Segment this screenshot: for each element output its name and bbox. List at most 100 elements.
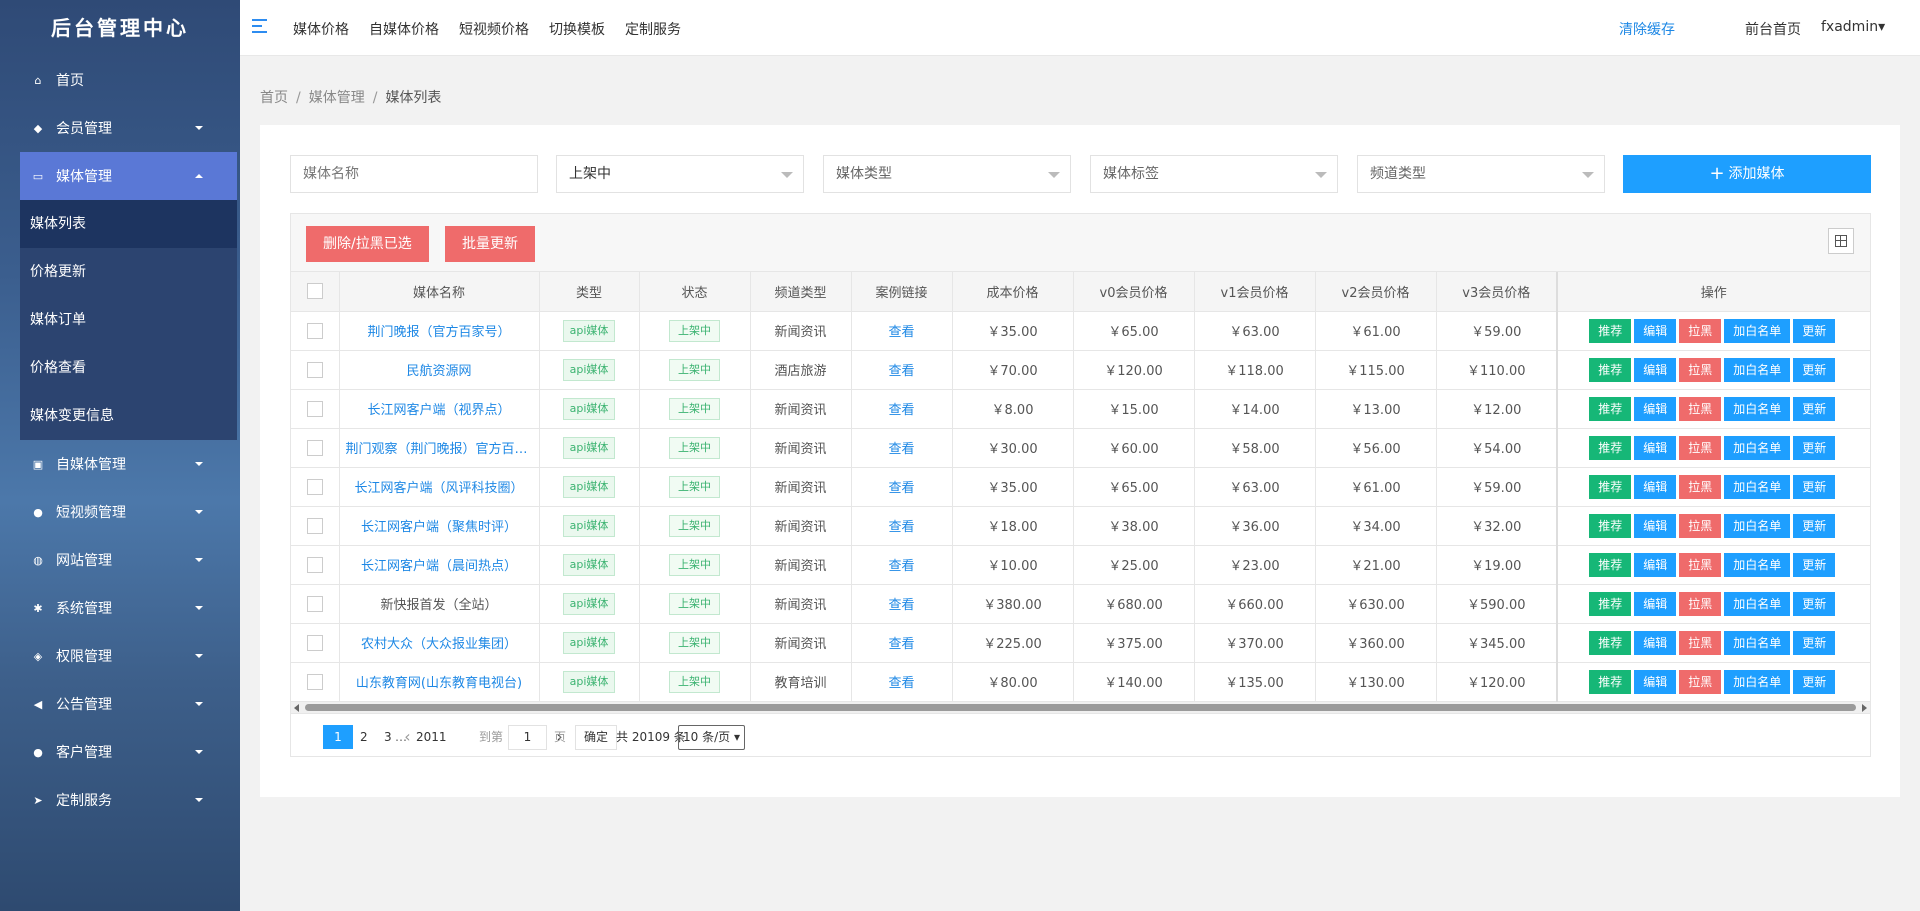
- row-checkbox[interactable]: [306, 400, 323, 417]
- edit-button[interactable]: 编辑: [1634, 318, 1677, 343]
- update-button[interactable]: 更新: [1793, 630, 1836, 655]
- row-checkbox[interactable]: [306, 439, 323, 456]
- header-v2-price[interactable]: v2会员价格: [1315, 272, 1437, 312]
- whitelist-button[interactable]: 加白名单: [1724, 552, 1791, 577]
- edit-button[interactable]: 编辑: [1634, 396, 1677, 421]
- blacklist-button[interactable]: 拉黑: [1679, 474, 1722, 499]
- top-link-custom-service[interactable]: 定制服务: [625, 19, 681, 39]
- blacklist-button[interactable]: 拉黑: [1679, 591, 1722, 616]
- user-menu[interactable]: fxadmin▾: [1821, 19, 1885, 35]
- header-channel[interactable]: 频道类型: [750, 272, 852, 312]
- blacklist-button[interactable]: 拉黑: [1679, 630, 1722, 655]
- sidebar-item-1[interactable]: ◆ 会员管理: [20, 104, 237, 152]
- sidebar-item-7[interactable]: ◈ 权限管理: [20, 632, 237, 680]
- batch-update-button[interactable]: 批量更新: [445, 226, 535, 262]
- cell-case-link[interactable]: 查看: [851, 545, 953, 585]
- edit-button[interactable]: 编辑: [1634, 630, 1677, 655]
- recommend-button[interactable]: 推荐: [1589, 435, 1632, 460]
- cell-media-name[interactable]: 山东教育网(山东教育电视台): [339, 662, 540, 702]
- goto-confirm-button[interactable]: 确定: [575, 724, 618, 750]
- page-2[interactable]: 2: [355, 725, 373, 749]
- recommend-button[interactable]: 推荐: [1589, 669, 1632, 694]
- blacklist-button[interactable]: 拉黑: [1679, 357, 1722, 382]
- page-size-select[interactable]: 10 条/页 ▾: [678, 724, 745, 750]
- sidebar-item-10[interactable]: ➤ 定制服务: [20, 776, 237, 824]
- sidebar-item-6[interactable]: ✱ 系统管理: [20, 584, 237, 632]
- edit-button[interactable]: 编辑: [1634, 513, 1677, 538]
- header-media-name[interactable]: 媒体名称: [339, 272, 540, 312]
- sidebar-item-4[interactable]: ● 短视频管理: [20, 488, 237, 536]
- cell-case-link[interactable]: 查看: [851, 350, 953, 390]
- cell-case-link[interactable]: 查看: [851, 467, 953, 507]
- cell-media-name[interactable]: 荆门观察（荆门晚报）官方百家号: [339, 428, 540, 468]
- top-link-self-media-price[interactable]: 自媒体价格: [369, 19, 439, 39]
- page-last[interactable]: 2011: [411, 725, 452, 749]
- blacklist-button[interactable]: 拉黑: [1679, 513, 1722, 538]
- header-type[interactable]: 类型: [539, 272, 640, 312]
- update-button[interactable]: 更新: [1793, 357, 1836, 382]
- top-link-media-price[interactable]: 媒体价格: [293, 19, 349, 39]
- edit-button[interactable]: 编辑: [1634, 669, 1677, 694]
- blacklist-button[interactable]: 拉黑: [1679, 318, 1722, 343]
- recommend-button[interactable]: 推荐: [1589, 396, 1632, 421]
- add-media-button[interactable]: + 添加媒体: [1623, 155, 1871, 193]
- blacklist-button[interactable]: 拉黑: [1679, 669, 1722, 694]
- row-checkbox[interactable]: [306, 322, 323, 339]
- sidebar-subitem-3[interactable]: 价格查看: [20, 344, 237, 392]
- recommend-button[interactable]: 推荐: [1589, 513, 1632, 538]
- channel-type-select[interactable]: 频道类型: [1357, 155, 1605, 193]
- front-home-link[interactable]: 前台首页: [1745, 19, 1801, 39]
- cell-media-name[interactable]: 长江网客户端（晨间热点）: [339, 545, 540, 585]
- cell-case-link[interactable]: 查看: [851, 623, 953, 663]
- whitelist-button[interactable]: 加白名单: [1724, 318, 1791, 343]
- row-checkbox[interactable]: [306, 361, 323, 378]
- update-button[interactable]: 更新: [1793, 591, 1836, 616]
- media-name-input[interactable]: [290, 155, 538, 193]
- horizontal-scrollbar[interactable]: [291, 701, 1870, 713]
- update-button[interactable]: 更新: [1793, 435, 1836, 460]
- header-case-link[interactable]: 案例链接: [851, 272, 953, 312]
- header-status[interactable]: 状态: [639, 272, 751, 312]
- sidebar-item-0[interactable]: ⌂ 首页: [20, 56, 237, 104]
- header-cost-price[interactable]: 成本价格: [952, 272, 1074, 312]
- whitelist-button[interactable]: 加白名单: [1724, 513, 1791, 538]
- page-3[interactable]: 3: [379, 725, 397, 749]
- header-v1-price[interactable]: v1会员价格: [1194, 272, 1316, 312]
- clear-cache-link[interactable]: 清除缓存: [1619, 19, 1675, 39]
- sidebar-subitem-2[interactable]: 媒体订单: [20, 296, 237, 344]
- cell-case-link[interactable]: 查看: [851, 662, 953, 702]
- recommend-button[interactable]: 推荐: [1589, 474, 1632, 499]
- whitelist-button[interactable]: 加白名单: [1724, 357, 1791, 382]
- delete-blacklist-selected-button[interactable]: 删除/拉黑已选: [306, 226, 429, 262]
- top-link-short-video-price[interactable]: 短视频价格: [459, 19, 529, 39]
- update-button[interactable]: 更新: [1793, 474, 1836, 499]
- edit-button[interactable]: 编辑: [1634, 552, 1677, 577]
- edit-button[interactable]: 编辑: [1634, 591, 1677, 616]
- row-checkbox[interactable]: [306, 478, 323, 495]
- top-link-switch-template[interactable]: 切换模板: [549, 19, 605, 39]
- cell-media-name[interactable]: 民航资源网: [339, 350, 540, 390]
- update-button[interactable]: 更新: [1793, 513, 1836, 538]
- header-v0-price[interactable]: v0会员价格: [1073, 272, 1195, 312]
- row-checkbox[interactable]: [306, 634, 323, 651]
- cell-media-name[interactable]: 农村大众（大众报业集团）: [339, 623, 540, 663]
- select-all-checkbox[interactable]: [306, 283, 323, 300]
- goto-page-input[interactable]: 1: [508, 724, 547, 750]
- update-button[interactable]: 更新: [1793, 669, 1836, 694]
- cell-media-name[interactable]: 荆门晚报（官方百家号）: [339, 311, 540, 351]
- whitelist-button[interactable]: 加白名单: [1724, 630, 1791, 655]
- update-button[interactable]: 更新: [1793, 552, 1836, 577]
- recommend-button[interactable]: 推荐: [1589, 318, 1632, 343]
- cell-case-link[interactable]: 查看: [851, 506, 953, 546]
- whitelist-button[interactable]: 加白名单: [1724, 474, 1791, 499]
- scroll-right-icon[interactable]: [1862, 703, 1867, 712]
- cell-case-link[interactable]: 查看: [851, 428, 953, 468]
- blacklist-button[interactable]: 拉黑: [1679, 396, 1722, 421]
- blacklist-button[interactable]: 拉黑: [1679, 552, 1722, 577]
- page-1[interactable]: 1: [323, 724, 353, 749]
- status-select[interactable]: 上架中: [556, 155, 804, 193]
- scrollbar-thumb[interactable]: [305, 703, 1856, 711]
- row-checkbox[interactable]: [306, 595, 323, 612]
- cell-media-name[interactable]: 长江网客户端（聚焦时评）: [339, 506, 540, 546]
- breadcrumb-section[interactable]: 媒体管理: [309, 90, 365, 106]
